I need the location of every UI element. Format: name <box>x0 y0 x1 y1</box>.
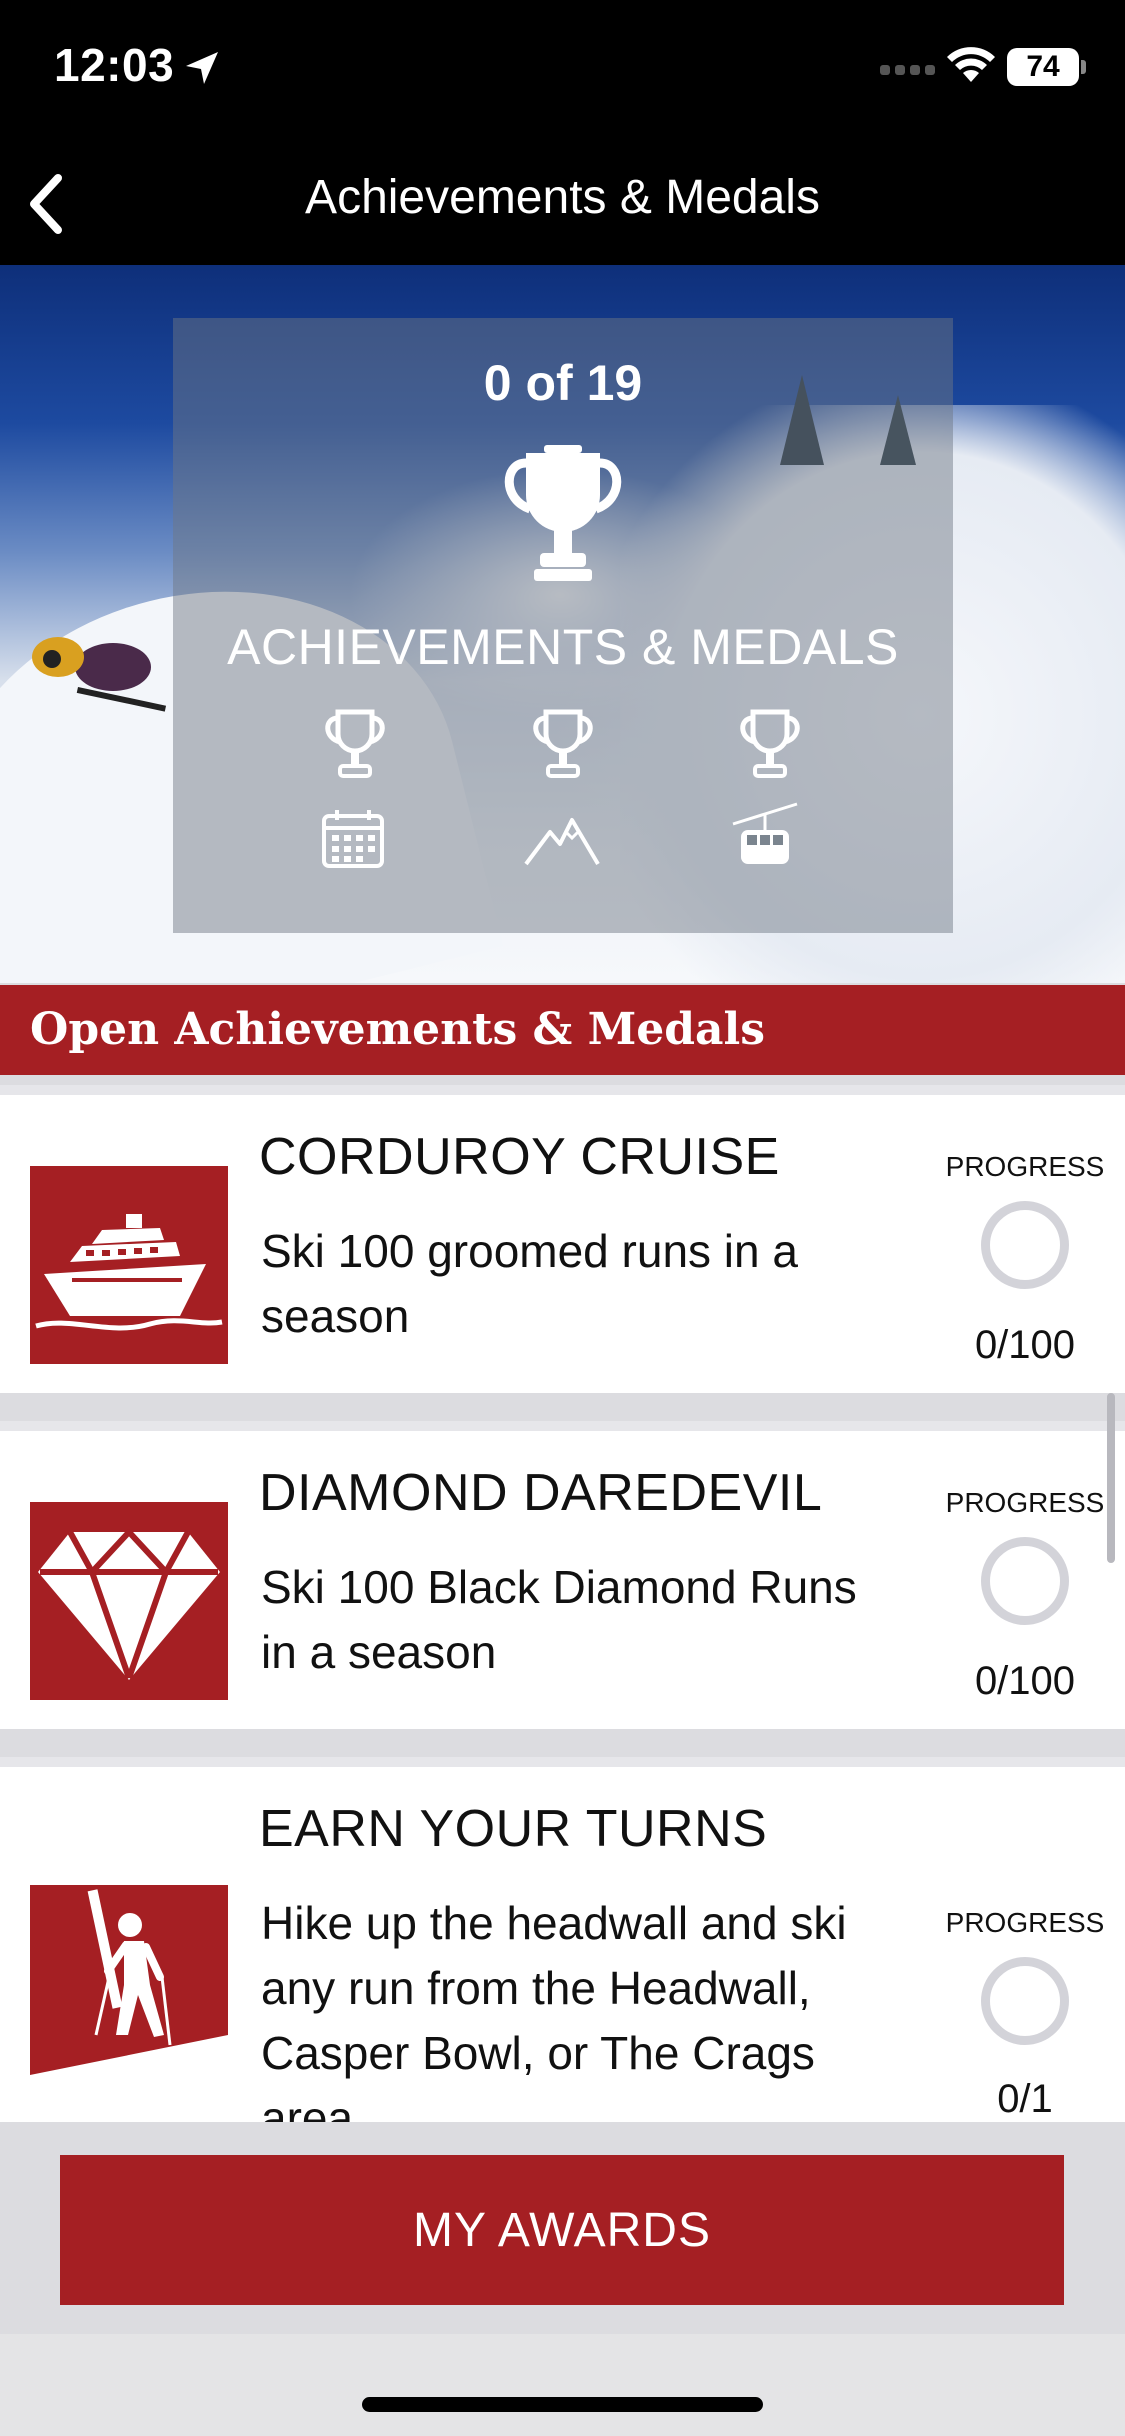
achievement-title: CORDUROY CRUISE <box>259 1128 780 1186</box>
wifi-icon <box>947 47 995 82</box>
achievement-description: Ski 100 groomed runs in a season <box>261 1225 798 1342</box>
hiker-icon <box>30 1885 228 2083</box>
progress-value: 0/100 <box>974 1659 1076 1703</box>
progress-label: PROGRESS <box>945 1487 1105 1518</box>
achievement-card[interactable]: CORDUROY CRUISE Ski 100 groomed runs in … <box>0 1085 1125 1393</box>
bottom-strip <box>0 2334 1125 2436</box>
achievement-title: DIAMOND DAREDEVIL <box>259 1464 823 1522</box>
trophy-icon <box>325 709 385 778</box>
trophy-icon <box>740 709 800 778</box>
cruise-ship-icon <box>30 1166 228 1364</box>
achievements-heading: ACHIEVEMENTS & MEDALS <box>227 619 899 675</box>
achievement-card[interactable]: EARN YOUR TURNS Hike up the headwall and… <box>0 1757 1125 2122</box>
progress-value: 0/100 <box>974 1323 1076 1367</box>
battery-cap <box>1081 60 1086 74</box>
location-arrow-icon <box>186 52 218 84</box>
progress-ring <box>981 1537 1069 1625</box>
cellular-signal-icon <box>880 65 935 75</box>
achievement-title: EARN YOUR TURNS <box>259 1800 768 1858</box>
bottom-bar: MY AWARDS <box>0 2122 1125 2436</box>
trophy-icon <box>533 709 593 778</box>
skier-image <box>32 637 167 712</box>
achievement-description: Ski 100 Black Diamond Runs in a season <box>261 1561 857 1678</box>
mountain-icon <box>524 818 600 866</box>
calendar-icon <box>322 810 384 868</box>
hero-banner: 0 of 19 ACHIEVEMENTS & MEDALS <box>0 265 1125 983</box>
achievement-description: Hike up the headwall and ski any run fro… <box>261 1897 847 2122</box>
home-indicator[interactable] <box>362 2397 763 2412</box>
my-awards-button[interactable]: MY AWARDS <box>60 2155 1064 2305</box>
progress-ring <box>981 1957 1069 2045</box>
nav-bar: Achievements & Medals <box>0 140 1125 265</box>
progress-label: PROGRESS <box>945 1151 1105 1182</box>
diamond-icon <box>30 1502 228 1700</box>
progress-value: 0/1 <box>997 2077 1053 2121</box>
scrollbar[interactable] <box>1107 1393 1115 1563</box>
page-title: Achievements & Medals <box>305 171 820 224</box>
battery-indicator: 74 <box>1007 48 1079 86</box>
status-time: 12:03 <box>54 39 175 91</box>
achievements-summary-panel: 0 of 19 ACHIEVEMENTS & MEDALS <box>173 318 953 933</box>
achievements-list[interactable]: CORDUROY CRUISE Ski 100 groomed runs in … <box>0 1075 1125 2122</box>
status-bar: 12:03 74 <box>0 0 1125 140</box>
achievement-card[interactable]: DIAMOND DAREDEVIL Ski 100 Black Diamond … <box>0 1421 1125 1729</box>
section-header: Open Achievements & Medals <box>0 985 1125 1075</box>
trophy-icon <box>504 445 622 581</box>
progress-label: PROGRESS <box>945 1907 1105 1938</box>
gondola-icon <box>732 802 798 864</box>
progress-ring <box>981 1201 1069 1289</box>
achievement-count: 0 of 19 <box>483 355 643 411</box>
